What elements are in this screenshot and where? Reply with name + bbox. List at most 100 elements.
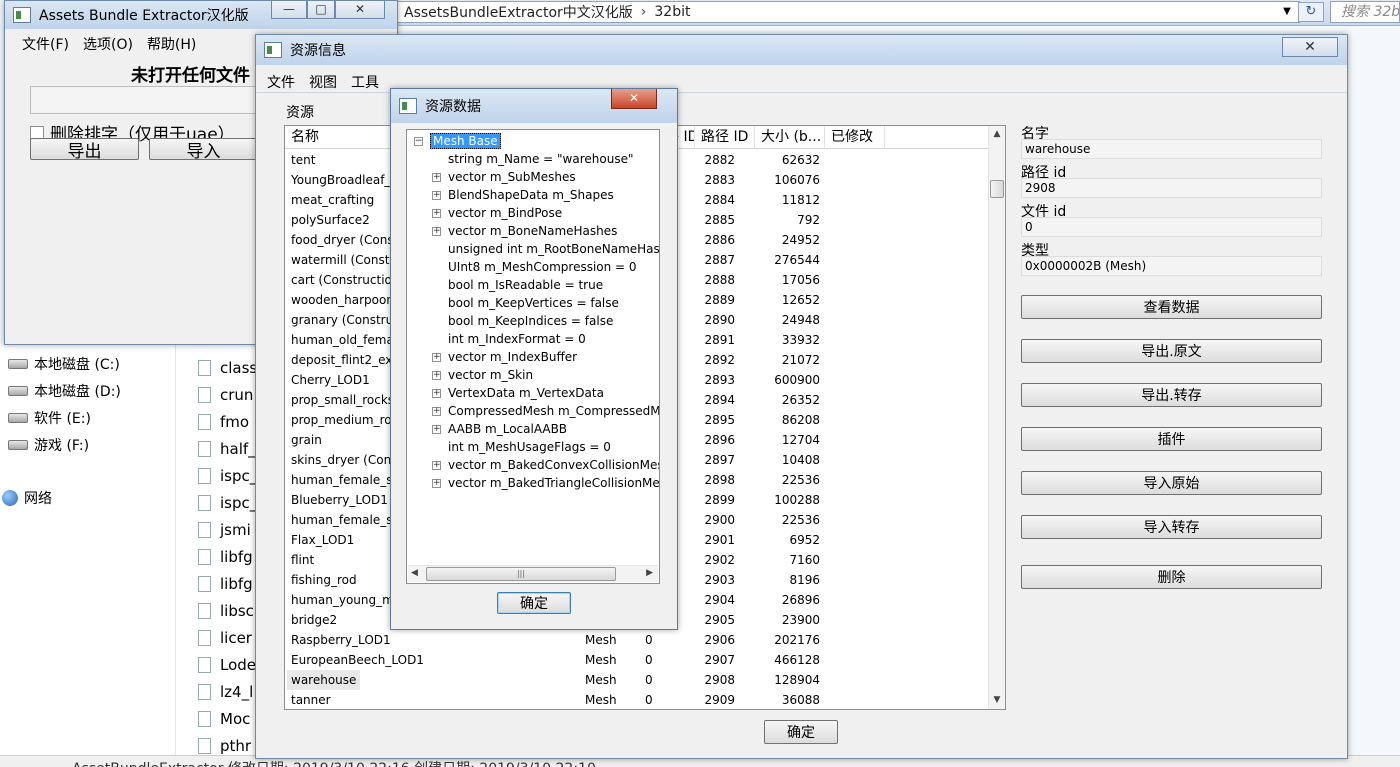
column-modified[interactable]: 已修改 [825, 126, 885, 149]
file-list-item[interactable]: Moc [198, 707, 258, 731]
menu-view[interactable]: 视图 [302, 72, 344, 92]
expand-icon[interactable]: + [432, 424, 441, 434]
view-data-button[interactable]: 查看数据 [1021, 295, 1322, 319]
minimize-button[interactable]: — [271, 1, 307, 19]
tree-node[interactable]: + vector m_SubMeshes [432, 168, 576, 186]
file-list-item[interactable]: crun [198, 383, 258, 407]
expand-icon[interactable]: + [432, 406, 441, 416]
menu-tools[interactable]: 工具 [344, 72, 386, 92]
close-button[interactable]: ✕ [335, 1, 385, 19]
file-list-item[interactable]: libfg [198, 545, 258, 569]
tree-node[interactable]: int m_IndexFormat = 0 [448, 330, 586, 348]
close-button[interactable]: ✕ [1282, 37, 1338, 57]
table-row[interactable]: Raspberry_LOD1 Mesh 0 2906 202176 [285, 630, 990, 650]
file-list-item[interactable]: ispc_ [198, 464, 258, 488]
tree-node[interactable]: + vector m_BoneNameHashes [432, 222, 617, 240]
import-button[interactable]: 导入 [149, 138, 258, 162]
tree-node[interactable]: bool m_KeepIndices = false [448, 312, 613, 330]
tree-node[interactable]: + CompressedMesh m_CompressedMesh [432, 402, 659, 420]
tree-node[interactable]: + vector m_Skin [432, 366, 533, 384]
expand-icon[interactable]: + [432, 172, 441, 182]
file-list-item[interactable]: ispc_ [198, 491, 258, 515]
tree-node[interactable]: + VertexData m_VertexData [432, 384, 604, 402]
collapse-icon[interactable]: − [414, 136, 423, 146]
asset-data-tree[interactable]: − Mesh Base string m_Name = "warehouse" +… [406, 129, 660, 584]
scroll-down-icon[interactable]: ▼ [989, 692, 1005, 709]
tree-root-label[interactable]: Mesh Base [430, 133, 501, 149]
nav-item[interactable]: 本地磁盘 (D:) [8, 379, 121, 403]
search-input[interactable]: 搜索 32bit [1330, 1, 1400, 23]
nav-item[interactable]: 软件 (E:) [8, 406, 91, 430]
table-row[interactable]: warehouse Mesh 0 2908 128904 [285, 670, 990, 690]
plugins-button[interactable]: 插件 [1021, 427, 1322, 451]
scroll-right-icon[interactable]: ▶ [646, 568, 653, 578]
file-list-item[interactable]: class [198, 356, 258, 380]
address-dropdown-icon[interactable]: ▼ [1278, 4, 1296, 20]
scrollbar-thumb[interactable]: ||| [426, 567, 616, 581]
nav-item[interactable]: 游戏 (F:) [8, 433, 89, 457]
expand-icon[interactable]: + [432, 460, 441, 470]
remove-button[interactable]: 删除 [1021, 565, 1322, 589]
file-id-field[interactable]: 0 [1021, 217, 1322, 237]
file-list-item[interactable]: jsmi [198, 518, 258, 542]
menu-help[interactable]: 帮助(H) [140, 34, 203, 54]
menu-options[interactable]: 选项(O) [76, 34, 140, 54]
expand-icon[interactable]: + [432, 352, 441, 362]
path-id-field[interactable]: 2908 [1021, 178, 1322, 198]
file-list-item[interactable]: fmo [198, 410, 258, 434]
breadcrumb-subfolder[interactable]: 32bit [646, 4, 698, 20]
export-raw-button[interactable]: 导出.原文 [1021, 339, 1322, 363]
expand-icon[interactable]: + [432, 226, 441, 236]
tree-root[interactable]: − Mesh Base [414, 132, 501, 150]
maximize-button[interactable]: □ [307, 1, 335, 19]
tree-node[interactable]: + vector m_BakedTriangleCollisionMesh [432, 474, 659, 492]
tree-node[interactable]: + vector m_IndexBuffer [432, 348, 577, 366]
file-list-item[interactable]: half_ [198, 437, 258, 461]
scrollbar-thumb[interactable] [990, 180, 1004, 198]
address-bar[interactable]: AssetsBundleExtractor中文汉化版 › 32bit [395, 1, 1300, 23]
file-list-item[interactable]: libfg [198, 572, 258, 596]
import-dump-button[interactable]: 导入转存 [1021, 515, 1322, 539]
tree-node[interactable]: + vector m_BakedConvexCollisionMesh [432, 456, 659, 474]
expand-icon[interactable]: + [432, 478, 441, 488]
menu-file[interactable]: 文件(F) [15, 34, 76, 54]
tree-node[interactable]: int m_MeshUsageFlags = 0 [448, 438, 611, 456]
name-field[interactable]: warehouse [1021, 139, 1322, 159]
tree-node[interactable]: UInt8 m_MeshCompression = 0 [448, 258, 637, 276]
export-dump-button[interactable]: 导出.转存 [1021, 383, 1322, 407]
scroll-up-icon[interactable]: ▲ [989, 126, 1005, 143]
tree-node[interactable]: bool m_IsReadable = true [448, 276, 603, 294]
column-size[interactable]: 大小 (b... [755, 126, 825, 149]
nav-item[interactable]: 本地磁盘 (C:) [8, 352, 120, 376]
file-list-item[interactable]: libsc [198, 599, 258, 623]
tree-node[interactable]: + vector m_BindPose [432, 204, 562, 222]
table-row[interactable]: EuropeanBeech_LOD1 Mesh 0 2907 466128 [285, 650, 990, 670]
expand-icon[interactable]: + [432, 190, 441, 200]
expand-icon[interactable]: + [432, 388, 441, 398]
export-button[interactable]: 导出 [30, 138, 139, 162]
tree-node[interactable]: unsigned int m_RootBoneNameHash = 0 [448, 240, 659, 258]
ok-button[interactable]: 确定 [497, 592, 571, 614]
nav-item[interactable]: 网络 [2, 486, 52, 510]
close-button[interactable]: ✕ [611, 89, 657, 109]
expand-icon[interactable]: + [432, 208, 441, 218]
menu-file[interactable]: 文件 [260, 72, 302, 92]
ok-button[interactable]: 确定 [764, 720, 838, 744]
type-field[interactable]: 0x0000002B (Mesh) [1021, 256, 1322, 276]
scroll-left-icon[interactable]: ◀ [411, 568, 418, 578]
asset-table-scrollbar[interactable]: ▲ ▼ [988, 126, 1005, 709]
file-list-item[interactable]: Lode [198, 653, 258, 677]
tree-node[interactable]: + BlendShapeData m_Shapes [432, 186, 614, 204]
file-list-item[interactable]: lz4_l [198, 680, 258, 704]
breadcrumb-folder[interactable]: AssetsBundleExtractor中文汉化版 [396, 2, 641, 22]
file-path-field[interactable] [30, 86, 270, 114]
refresh-icon[interactable]: ↻ [1298, 2, 1324, 22]
expand-icon[interactable]: + [432, 370, 441, 380]
file-list-item[interactable]: licer [198, 626, 258, 650]
tree-node[interactable]: + AABB m_LocalAABB [432, 420, 567, 438]
tree-node[interactable]: string m_Name = "warehouse" [448, 150, 633, 168]
tree-horizontal-scrollbar[interactable]: ◀ ||| ▶ [408, 565, 658, 582]
import-raw-button[interactable]: 导入原始 [1021, 471, 1322, 495]
table-row[interactable]: tanner Mesh 0 2909 36088 [285, 690, 990, 709]
tree-node[interactable]: bool m_KeepVertices = false [448, 294, 619, 312]
